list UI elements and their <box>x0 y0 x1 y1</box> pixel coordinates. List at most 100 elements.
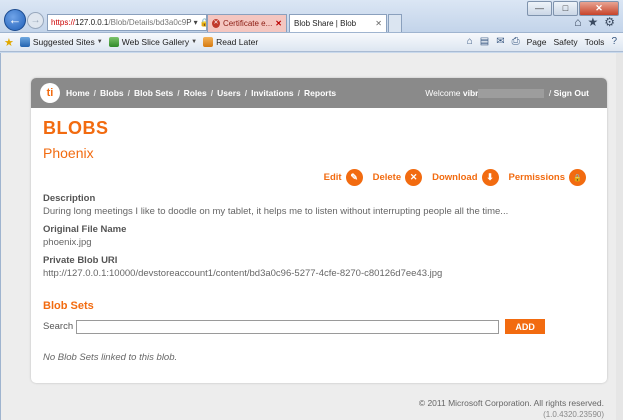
search-label: Search <box>43 321 74 332</box>
tab-certificate-error[interactable]: ✕ Certificate e... ✕ <box>207 14 287 32</box>
welcome-text: Welcome <box>425 87 461 98</box>
nav-reports[interactable]: Reports <box>304 88 336 98</box>
window-controls: — □ ✕ <box>527 1 619 16</box>
command-bar: ⌂ ▤ ✉ ⎙ Page Safety Tools ? <box>467 36 617 47</box>
description-value: During long meetings I like to doodle on… <box>43 206 509 217</box>
empty-blob-sets-message: No Blob Sets linked to this blob. <box>43 352 178 363</box>
app-navbar: ti Home / Blobs / Blob Sets / Roles / Us… <box>31 78 607 108</box>
browser-right-icons: ⌂ ★ ⚙ <box>574 15 615 29</box>
favorites-item-read-later[interactable]: Read Later <box>203 37 258 47</box>
edit-button[interactable]: Edit ✎ <box>324 169 363 186</box>
pencil-icon: ✎ <box>345 169 363 186</box>
mail-icon[interactable]: ✉ <box>496 36 504 47</box>
address-bar[interactable]: https:// 127.0.0.1 /Blob/Details/bd3a0c9… <box>47 14 207 31</box>
page-menu[interactable]: Page <box>527 37 547 47</box>
favorites-item-label: Read Later <box>216 37 259 47</box>
tab-blob-share[interactable]: Blob Share | Blob ✕ <box>289 14 387 32</box>
window-close-button[interactable]: ✕ <box>579 1 619 16</box>
print-icon[interactable]: ⎙ <box>512 36 520 47</box>
home-cmd-icon[interactable]: ⌂ <box>467 36 473 47</box>
tab-label: Blob Share | Blob <box>294 19 357 28</box>
lock-icon: 🔒 <box>569 169 586 186</box>
download-label: Download <box>432 172 478 183</box>
download-button[interactable]: Download ⬇ <box>432 169 499 186</box>
favorites-star-icon[interactable]: ★ <box>4 36 14 49</box>
close-tab-icon[interactable]: ✕ <box>375 19 382 28</box>
close-tab-icon[interactable]: ✕ <box>275 19 282 28</box>
arrow-left-icon: ← <box>8 12 22 27</box>
web-slice-icon <box>108 37 119 47</box>
new-tab-button[interactable] <box>388 14 402 32</box>
uri-field: Private Blob URI http://127.0.0.1:10000/… <box>43 255 442 279</box>
version-text: (1.0.4320.23590) <box>543 410 604 419</box>
ie-icon <box>19 37 30 47</box>
nav-separator: / <box>177 88 180 98</box>
favorites-icon[interactable]: ★ <box>587 15 598 29</box>
blob-sets-heading: Blob Sets <box>43 300 94 312</box>
search-input[interactable] <box>76 319 500 334</box>
delete-button[interactable]: Delete ✕ <box>373 169 423 186</box>
filename-label: Original File Name <box>43 224 127 235</box>
nav-users[interactable]: Users <box>217 88 241 98</box>
rss-icon[interactable]: ▤ <box>480 36 489 47</box>
redacted-email <box>478 89 545 99</box>
copyright-text: © 2011 Microsoft Corporation. All rights… <box>418 398 604 408</box>
minimize-button[interactable]: — <box>527 1 552 16</box>
description-label: Description <box>43 193 96 204</box>
nav-separator: / <box>93 88 96 98</box>
arrow-right-icon: → <box>30 15 41 26</box>
favorites-item-label: Web Slice Gallery <box>121 37 190 47</box>
nav-home[interactable]: Home <box>66 88 90 98</box>
chevron-down-icon: ▼ <box>191 39 198 45</box>
address-host: 127.0.0.1 <box>75 18 109 27</box>
user-area: Welcome vibr / Sign Out <box>425 87 589 99</box>
maximize-button[interactable]: □ <box>553 1 578 16</box>
blob-actions: Edit ✎ Delete ✕ Download ⬇ Permissions 🔒 <box>324 169 586 186</box>
sign-out-link[interactable]: Sign Out <box>554 88 589 98</box>
app-logo[interactable]: ti <box>40 83 60 103</box>
gear-icon[interactable]: ⚙ <box>604 15 615 29</box>
tools-menu[interactable]: Tools <box>585 37 605 47</box>
blob-sets-search-row: Search ADD <box>43 319 546 334</box>
read-later-icon <box>203 37 214 47</box>
nav-roles[interactable]: Roles <box>184 88 207 98</box>
home-icon[interactable]: ⌂ <box>574 15 581 29</box>
address-path: /Blob/Details/bd3a0c9 <box>108 18 187 27</box>
address-tools[interactable]: P ▾ 🔒 <box>186 18 206 27</box>
blob-name: Phoenix <box>43 145 94 161</box>
permissions-label: Permissions <box>508 172 566 183</box>
description-field: Description During long meetings I like … <box>43 193 508 217</box>
nav-blob-sets[interactable]: Blob Sets <box>134 88 173 98</box>
username: vibr <box>462 87 479 98</box>
help-icon[interactable]: ? <box>611 36 617 47</box>
favorites-item-web-slice-gallery[interactable]: Web Slice Gallery ▼ <box>108 37 198 47</box>
favorites-item-suggested-sites[interactable]: Suggested Sites ▼ <box>19 37 103 47</box>
uri-label: Private Blob URI <box>43 255 118 266</box>
back-button[interactable]: ← <box>4 9 26 31</box>
nav-separator: / <box>210 88 214 98</box>
nav-blobs[interactable]: Blobs <box>100 88 124 98</box>
nav-invitations[interactable]: Invitations <box>251 88 294 98</box>
vertical-scrollbar[interactable] <box>616 53 623 420</box>
safety-menu[interactable]: Safety <box>553 37 577 47</box>
favorites-item-label: Suggested Sites <box>32 37 95 47</box>
browser-titlebar: — □ ✕ ← → https:// 127.0.0.1 /Blob/Detai… <box>0 0 623 33</box>
page-title: BLOBS <box>43 118 109 138</box>
nav-separator: / <box>127 88 130 98</box>
close-icon: ✕ <box>405 169 423 186</box>
filename-value: phoenix.jpg <box>43 237 92 248</box>
address-scheme: https:// <box>51 18 76 27</box>
page-footer: © 2011 Microsoft Corporation. All rights… <box>419 398 604 419</box>
edit-label: Edit <box>323 172 342 183</box>
delete-label: Delete <box>372 172 402 183</box>
filename-field: Original File Name phoenix.jpg <box>43 224 126 248</box>
content-card: ti Home / Blobs / Blob Sets / Roles / Us… <box>31 78 607 383</box>
add-button[interactable]: ADD <box>505 319 546 334</box>
forward-button[interactable]: → <box>27 12 44 29</box>
certificate-error-icon: ✕ <box>212 19 220 28</box>
chevron-down-icon: ▼ <box>96 39 103 45</box>
permissions-button[interactable]: Permissions 🔒 <box>508 169 586 186</box>
download-icon: ⬇ <box>481 169 499 186</box>
nav-separator: / <box>244 88 248 98</box>
nav-separator: / <box>297 88 301 98</box>
